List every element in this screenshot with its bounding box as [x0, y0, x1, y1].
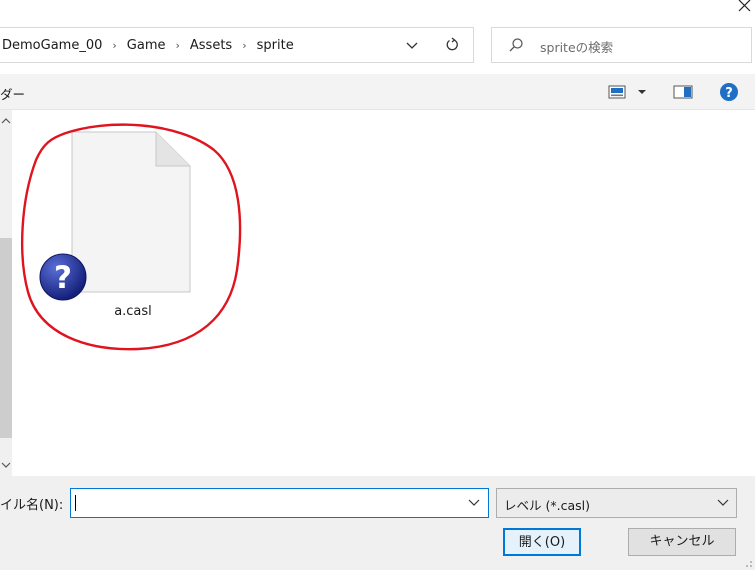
resize-grip-icon[interactable]	[741, 556, 753, 568]
file-list-area[interactable]: ? a.casl	[0, 110, 755, 476]
cancel-button[interactable]: キャンセル	[628, 528, 736, 556]
close-icon	[738, 0, 751, 12]
scroll-up-icon[interactable]	[0, 116, 12, 126]
scroll-down-icon[interactable]	[0, 460, 12, 470]
refresh-icon	[446, 37, 458, 51]
breadcrumb: DemoGame_00 › Game › Assets › sprite	[0, 28, 296, 62]
scrollbar-thumb[interactable]	[0, 238, 12, 438]
file-type-value: レベル (*.casl)	[504, 498, 590, 513]
open-button[interactable]: 開く(O)	[503, 528, 581, 556]
filename-label: イル名(N):	[0, 498, 64, 513]
badge-glyph: ?	[54, 260, 72, 296]
new-folder-button[interactable]: ダー	[0, 84, 25, 103]
breadcrumb-item-game[interactable]: Game	[125, 38, 168, 53]
svg-text:?: ?	[725, 86, 733, 101]
caret-down-icon[interactable]	[636, 88, 648, 96]
breadcrumb-item-assets[interactable]: Assets	[188, 38, 234, 53]
filename-input[interactable]	[70, 488, 489, 518]
file-type-select[interactable]: レベル (*.casl)	[496, 488, 737, 518]
search-box[interactable]: spriteの検索	[491, 27, 752, 63]
help-icon[interactable]: ?	[719, 82, 739, 102]
address-history-button[interactable]	[404, 37, 420, 53]
search-icon	[509, 38, 523, 52]
dialog-footer: イル名(N): レベル (*.casl) 開く(O) キャンセル	[0, 476, 755, 570]
address-bar[interactable]: DemoGame_00 › Game › Assets › sprite	[0, 27, 474, 63]
refresh-button[interactable]	[442, 35, 462, 55]
file-item[interactable]: ? a.casl	[28, 124, 238, 349]
breadcrumb-separator: ›	[175, 38, 180, 52]
unknown-type-badge-icon: ?	[39, 253, 87, 301]
view-options-icon[interactable]	[608, 85, 626, 99]
preview-pane-icon[interactable]	[673, 85, 693, 99]
file-name: a.casl	[114, 304, 152, 319]
breadcrumb-item-demogame[interactable]: DemoGame_00	[0, 38, 104, 53]
chevron-down-icon	[406, 42, 418, 49]
vertical-scrollbar[interactable]	[0, 110, 12, 476]
breadcrumb-item-sprite[interactable]: sprite	[255, 38, 296, 53]
search-placeholder: spriteの検索	[540, 40, 614, 55]
chevron-down-icon[interactable]	[468, 499, 480, 507]
breadcrumb-separator: ›	[242, 38, 247, 52]
file-icon	[71, 131, 191, 293]
close-button[interactable]	[731, 0, 755, 14]
toolbar: ダー ?	[0, 74, 755, 110]
breadcrumb-separator: ›	[112, 38, 117, 52]
text-caret	[75, 495, 76, 511]
chevron-down-icon	[717, 499, 729, 506]
